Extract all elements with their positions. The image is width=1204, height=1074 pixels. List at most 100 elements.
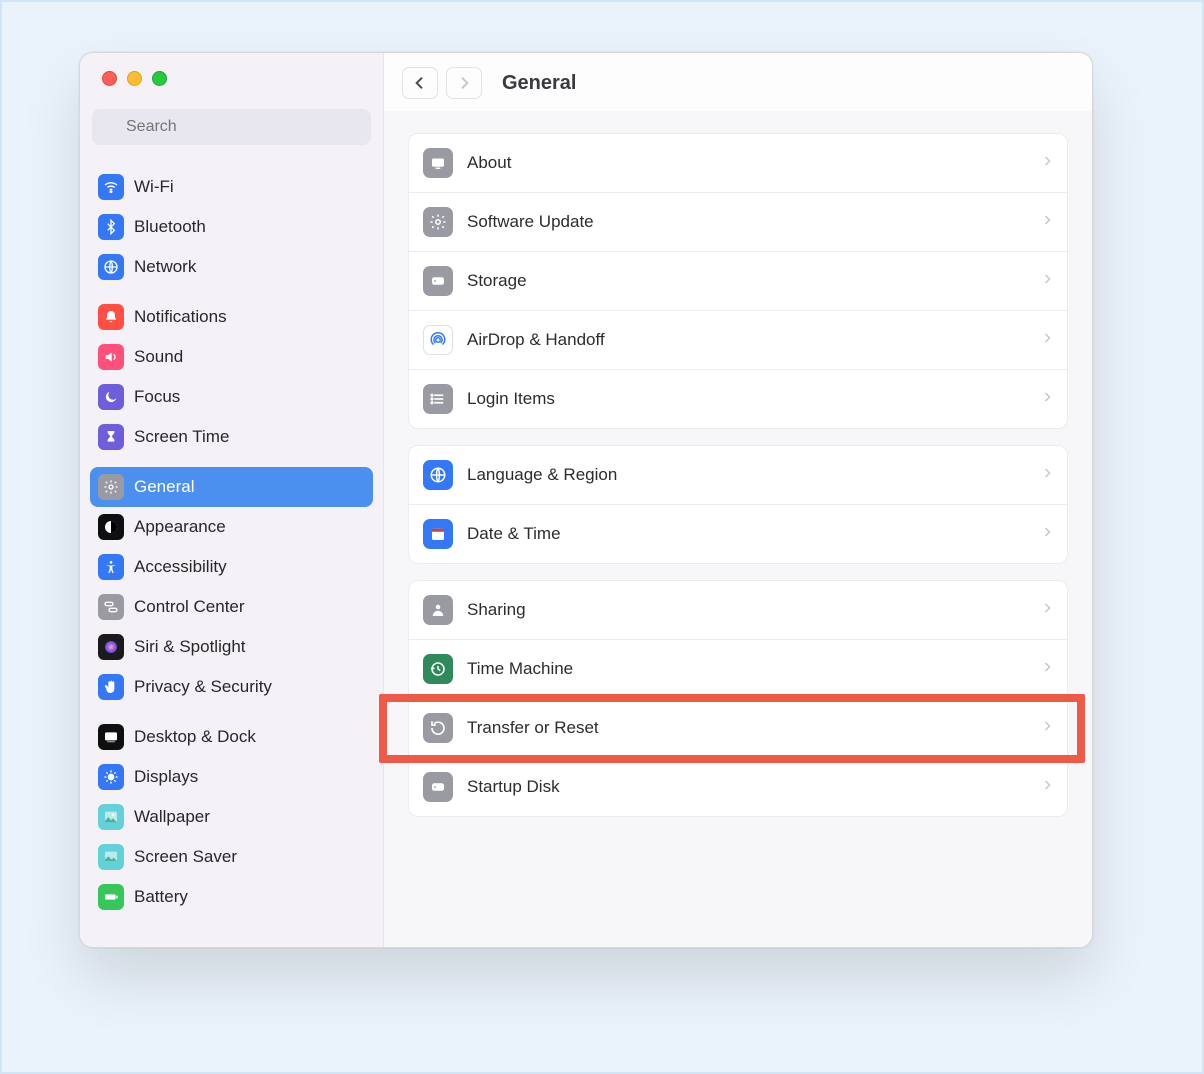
sidebar-item-label: Bluetooth [134, 212, 206, 242]
sharing-icon [423, 595, 453, 625]
chevron-right-icon [1041, 659, 1053, 680]
header: General [384, 53, 1092, 111]
settings-item-about[interactable]: About [409, 134, 1067, 192]
settings-item-startup-disk[interactable]: Startup Disk [409, 757, 1067, 816]
sidebar-item-control-center[interactable]: Control Center [90, 587, 373, 627]
hourglass-icon [98, 424, 124, 450]
chevron-right-icon [1041, 465, 1053, 486]
sidebar-item-label: Wi-Fi [134, 172, 174, 202]
calendar-icon [423, 519, 453, 549]
settings-item-label: AirDrop & Handoff [467, 330, 1027, 350]
settings-item-label: Date & Time [467, 524, 1027, 544]
sidebar-item-focus[interactable]: Focus [90, 377, 373, 417]
storage-icon [423, 266, 453, 296]
airdrop-icon [423, 325, 453, 355]
chevron-right-icon [1041, 212, 1053, 233]
minimize-button[interactable] [127, 71, 142, 86]
settings-group: About Software UpdateStorage AirDrop & Han… [408, 133, 1068, 429]
settings-item-time-machine[interactable]: Time Machine [409, 639, 1067, 698]
sidebar-item-notifications[interactable]: Notifications [90, 297, 373, 337]
sidebar-item-label: Notifications [134, 302, 227, 332]
sound-icon [98, 344, 124, 370]
settings-item-storage[interactable]: Storage [409, 251, 1067, 310]
sidebar-item-label: Appearance [134, 512, 226, 542]
window-controls [80, 53, 383, 99]
settings-item-software-update[interactable]: Software Update [409, 192, 1067, 251]
about-icon [423, 148, 453, 178]
sidebar-item-label: Focus [134, 382, 180, 412]
sidebar: Wi-Fi Bluetooth Network Notifications Sound F… [80, 53, 384, 947]
screensaver-icon [98, 844, 124, 870]
sidebar-item-label: Wallpaper [134, 802, 210, 832]
chevron-right-icon [1041, 271, 1053, 292]
sidebar-item-privacy-security[interactable]: Privacy & Security [90, 667, 373, 707]
sidebar-item-label: Control Center [134, 592, 245, 622]
wifi-icon [98, 174, 124, 200]
page-title: General [502, 72, 576, 95]
chevron-right-icon [1041, 153, 1053, 174]
settings-item-label: Transfer or Reset [467, 718, 1027, 738]
close-button[interactable] [102, 71, 117, 86]
sidebar-item-general[interactable]: General [90, 467, 373, 507]
dock-icon [98, 724, 124, 750]
sidebar-item-screen-time[interactable]: Screen Time [90, 417, 373, 457]
settings-item-label: About [467, 153, 1027, 173]
chevron-right-icon [1041, 718, 1053, 739]
bell-icon [98, 304, 124, 330]
appearance-icon [98, 514, 124, 540]
sidebar-item-appearance[interactable]: Appearance [90, 507, 373, 547]
switches-icon [98, 594, 124, 620]
settings-window: Wi-Fi Bluetooth Network Notifications Sound F… [79, 52, 1093, 948]
sidebar-item-displays[interactable]: Displays [90, 757, 373, 797]
sidebar-item-battery[interactable]: Battery [90, 877, 373, 917]
settings-item-airdrop-handoff[interactable]: AirDrop & Handoff [409, 310, 1067, 369]
sidebar-item-screen-saver[interactable]: Screen Saver [90, 837, 373, 877]
settings-item-language-region[interactable]: Language & Region [409, 446, 1067, 504]
storage-icon [423, 772, 453, 802]
sidebar-list: Wi-Fi Bluetooth Network Notifications Sound F… [80, 151, 383, 947]
back-button[interactable] [402, 67, 438, 99]
settings-item-date-time[interactable]: Date & Time [409, 504, 1067, 563]
settings-item-label: Login Items [467, 389, 1027, 409]
settings-item-transfer-reset[interactable]: Transfer or Reset [409, 698, 1067, 757]
settings-group: Language & Region Date & Time [408, 445, 1068, 564]
sidebar-item-label: Displays [134, 762, 198, 792]
settings-item-label: Sharing [467, 600, 1027, 620]
gear-icon [423, 207, 453, 237]
brightness-icon [98, 764, 124, 790]
battery-icon [98, 884, 124, 910]
hand-icon [98, 674, 124, 700]
sidebar-item-wallpaper[interactable]: Wallpaper [90, 797, 373, 837]
bluetooth-icon [98, 214, 124, 240]
settings-item-sharing[interactable]: Sharing [409, 581, 1067, 639]
globe-icon [423, 460, 453, 490]
sidebar-item-label: Privacy & Security [134, 672, 272, 702]
chevron-right-icon [1041, 600, 1053, 621]
timemachine-icon [423, 654, 453, 684]
moon-icon [98, 384, 124, 410]
search-input[interactable] [92, 109, 371, 145]
sidebar-item-wifi[interactable]: Wi-Fi [90, 167, 373, 207]
sidebar-item-label: Desktop & Dock [134, 722, 256, 752]
gear-icon [98, 474, 124, 500]
sidebar-item-label: Screen Time [134, 422, 229, 452]
main-panel: General About Software UpdateStorage AirDr… [384, 53, 1092, 947]
sidebar-item-bluetooth[interactable]: Bluetooth [90, 207, 373, 247]
chevron-right-icon [1041, 524, 1053, 545]
chevron-right-icon [1041, 330, 1053, 351]
sidebar-item-label: Sound [134, 342, 183, 372]
chevron-right-icon [1041, 777, 1053, 798]
sidebar-item-siri-spotlight[interactable]: Siri & Spotlight [90, 627, 373, 667]
sidebar-item-label: Siri & Spotlight [134, 632, 246, 662]
sidebar-item-label: Screen Saver [134, 842, 237, 872]
sidebar-item-sound[interactable]: Sound [90, 337, 373, 377]
settings-item-login-items[interactable]: Login Items [409, 369, 1067, 428]
sidebar-item-network[interactable]: Network [90, 247, 373, 287]
fullscreen-button[interactable] [152, 71, 167, 86]
forward-button[interactable] [446, 67, 482, 99]
sidebar-item-accessibility[interactable]: Accessibility [90, 547, 373, 587]
sidebar-item-desktop-dock[interactable]: Desktop & Dock [90, 717, 373, 757]
accessibility-icon [98, 554, 124, 580]
sidebar-item-label: Accessibility [134, 552, 227, 582]
settings-item-label: Time Machine [467, 659, 1027, 679]
